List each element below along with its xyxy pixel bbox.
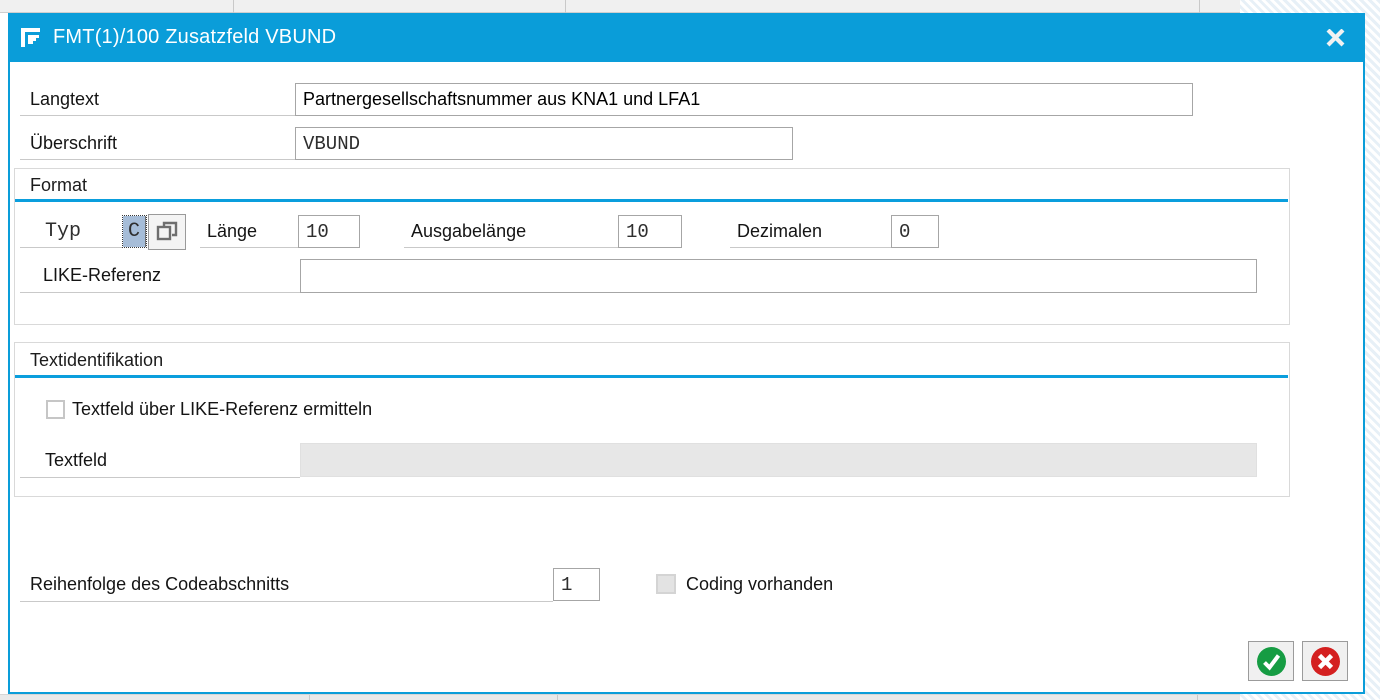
screen: FMT(1)/100 Zusatzfeld VBUND Langtext Übe… [0,0,1380,700]
grid-line [565,0,566,13]
ausgabelaenge-input[interactable] [618,215,682,248]
typ-label: Typ [20,215,122,248]
laenge-input[interactable] [298,215,360,248]
grid-line [557,695,558,700]
typ-value-field[interactable]: C [123,216,146,247]
textfeld-like-checkbox[interactable] [46,400,65,419]
reihenfolge-input[interactable] [553,568,600,601]
textidentifikation-group-title: Textidentifikation [30,347,163,373]
typ-dropdown-button[interactable] [148,214,186,250]
dezimalen-label: Dezimalen [730,215,891,248]
laenge-label: Länge [200,215,298,248]
red-cross-icon [1310,646,1341,677]
ausgabelaenge-label: Ausgabelänge [404,215,618,248]
close-button[interactable] [1318,25,1352,51]
grid-line [233,0,234,13]
green-check-icon [1256,646,1287,677]
coding-vorhanden-label: Coding vorhanden [686,573,833,595]
like-referenz-label: LIKE-Referenz [20,259,300,293]
confirm-button[interactable] [1248,641,1294,681]
format-group-rule [15,199,1288,202]
cancel-button[interactable] [1302,641,1348,681]
dezimalen-input[interactable] [891,215,939,248]
value-list-icon [156,221,178,243]
grid-line [1199,0,1200,13]
textfeld-like-checkbox-label: Textfeld über LIKE-Referenz ermitteln [72,398,372,420]
textfeld-input [300,443,1257,477]
close-x-icon [1326,29,1345,47]
langtext-label: Langtext [20,83,295,116]
textidentifikation-group-rule [15,375,1288,378]
format-group-title: Format [30,172,87,198]
textfeld-label: Textfeld [20,443,300,478]
background-top-strip [0,0,1240,13]
grid-line [309,695,310,700]
background-bottom-strip [0,694,1240,700]
ueberschrift-input[interactable] [295,127,793,160]
ueberschrift-label: Überschrift [20,127,295,160]
like-referenz-input[interactable] [300,259,1257,293]
grid-line [1197,695,1198,700]
langtext-input[interactable] [295,83,1193,116]
reihenfolge-label: Reihenfolge des Codeabschnitts [20,568,553,602]
dialog-window-icon [20,27,44,48]
dialog-title: FMT(1)/100 Zusatzfeld VBUND [53,26,336,49]
coding-vorhanden-checkbox [656,574,676,594]
dialog-titlebar[interactable]: FMT(1)/100 Zusatzfeld VBUND [8,13,1365,62]
